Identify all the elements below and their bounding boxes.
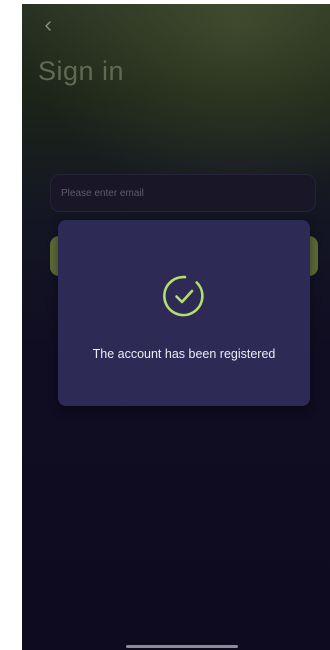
dialog-message: The account has been registered — [92, 347, 276, 361]
home-indicator[interactable] — [126, 645, 238, 648]
email-field[interactable] — [50, 174, 316, 212]
app-screen: Sign in The account has been registered — [22, 4, 330, 650]
success-dialog: The account has been registered — [58, 220, 310, 406]
page-title: Sign in — [38, 56, 125, 86]
check-circle-icon — [160, 272, 208, 320]
back-arrow-icon[interactable] — [38, 14, 62, 38]
